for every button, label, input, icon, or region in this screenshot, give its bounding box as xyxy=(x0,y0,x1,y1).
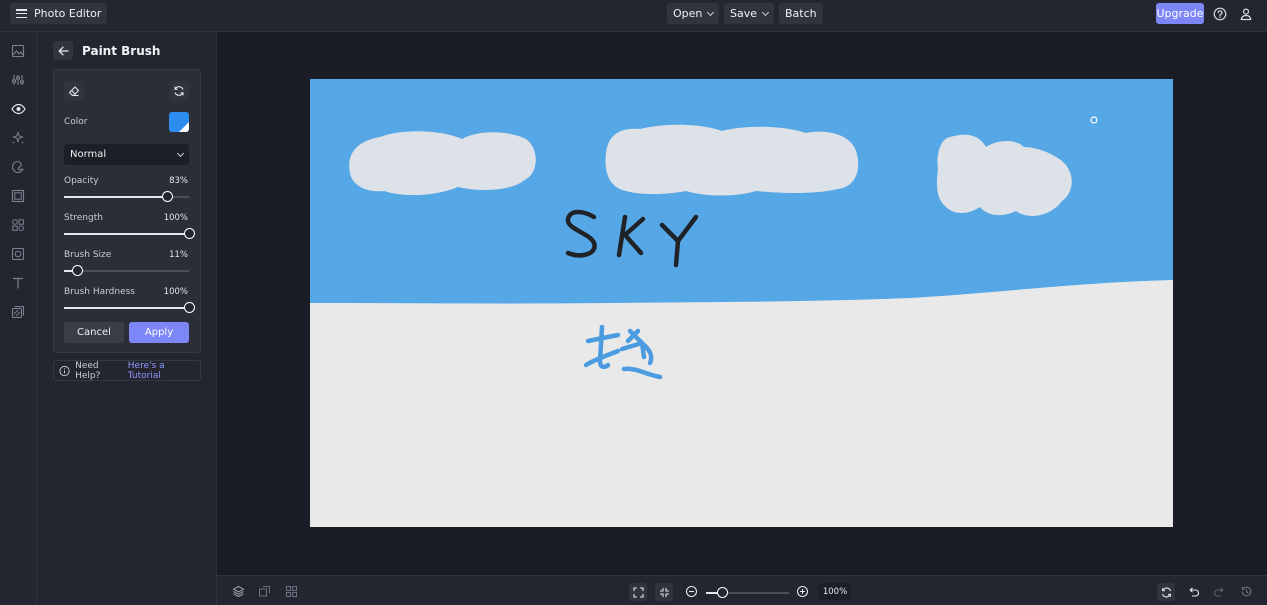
reset-image-button[interactable] xyxy=(1157,583,1175,601)
opacity-label: Opacity xyxy=(64,176,99,186)
blend-mode-value: Normal xyxy=(70,149,107,160)
help-icon[interactable] xyxy=(1211,5,1228,22)
text-icon[interactable] xyxy=(10,275,26,291)
open-menu-button[interactable]: Open xyxy=(667,3,720,24)
brush-settings-card: Color Normal Opacity 83% Strength 100% B… xyxy=(53,69,201,353)
brush-cursor xyxy=(1090,116,1098,124)
app-title: Photo Editor xyxy=(34,7,102,20)
save-menu-button[interactable]: Save xyxy=(724,3,775,24)
retouch-icon[interactable] xyxy=(10,159,26,175)
compare-icon[interactable] xyxy=(256,583,272,599)
grid-icon[interactable] xyxy=(283,583,299,599)
cloud-middle xyxy=(605,124,859,196)
hamburger-icon xyxy=(16,9,27,18)
texture-icon[interactable] xyxy=(10,304,26,320)
fit-screen-button[interactable] xyxy=(629,583,647,601)
strength-label: Strength xyxy=(64,213,103,223)
chevron-down-icon xyxy=(761,8,770,16)
overlay-icon[interactable] xyxy=(10,246,26,262)
strength-value: 100% xyxy=(163,213,188,223)
color-label: Color xyxy=(64,117,88,127)
brush-hardness-label: Brush Hardness xyxy=(64,287,135,297)
graphics-icon[interactable] xyxy=(10,217,26,233)
chevron-down-icon xyxy=(176,149,185,157)
bottom-toolbar: 100% xyxy=(217,575,1267,605)
color-swatch[interactable] xyxy=(169,112,189,132)
zoom-slider-thumb[interactable] xyxy=(717,587,728,598)
opacity-value: 83% xyxy=(169,176,188,186)
brush-size-value: 11% xyxy=(169,250,188,260)
upgrade-button[interactable]: Upgrade xyxy=(1156,3,1204,24)
redo-icon[interactable] xyxy=(1211,583,1227,599)
image-icon[interactable] xyxy=(10,43,26,59)
zoom-out-icon[interactable] xyxy=(683,583,699,599)
sparkle-icon[interactable] xyxy=(10,130,26,146)
cloud-left xyxy=(349,131,536,196)
batch-label: Batch xyxy=(785,7,817,20)
open-label: Open xyxy=(673,7,703,20)
top-bar: Photo Editor Open Save Batch Upgrade xyxy=(0,0,1267,32)
opacity-slider[interactable] xyxy=(64,191,189,203)
save-label: Save xyxy=(730,7,758,20)
slider-thumb[interactable] xyxy=(162,191,174,202)
undo-icon[interactable] xyxy=(1185,583,1201,599)
brush-hardness-slider[interactable] xyxy=(64,302,195,314)
panel-title: Paint Brush xyxy=(82,43,161,58)
image-canvas[interactable] xyxy=(310,79,1173,527)
help-box: Need Help? Here's a Tutorial xyxy=(53,360,201,381)
strength-slider[interactable] xyxy=(64,228,195,240)
cancel-button[interactable]: Cancel xyxy=(64,322,124,343)
back-button[interactable] xyxy=(53,41,73,60)
frame-icon[interactable] xyxy=(10,188,26,204)
eraser-icon xyxy=(68,86,80,97)
slider-thumb[interactable] xyxy=(183,302,195,313)
shrink-icon xyxy=(659,587,669,597)
layers-icon[interactable] xyxy=(230,583,246,599)
slider-thumb[interactable] xyxy=(72,265,84,276)
canvas-stage xyxy=(217,32,1267,575)
tutorial-link[interactable]: Here's a Tutorial xyxy=(128,361,195,381)
apply-button[interactable]: Apply xyxy=(129,322,189,343)
paint-brush-panel: Paint Brush Color Normal Opacity 83% Str… xyxy=(37,32,217,605)
panel-header: Paint Brush xyxy=(53,41,160,60)
actual-size-button[interactable] xyxy=(655,583,673,601)
zoom-level[interactable]: 100% xyxy=(819,583,851,600)
chevron-down-icon xyxy=(707,8,715,16)
tool-rail xyxy=(0,32,37,605)
arrow-left-icon xyxy=(58,46,69,55)
refresh-icon xyxy=(1161,587,1171,597)
slider-thumb[interactable] xyxy=(183,228,195,239)
eye-icon[interactable] xyxy=(10,101,26,117)
brush-size-slider[interactable] xyxy=(64,265,189,277)
expand-icon xyxy=(632,586,644,598)
reset-button[interactable] xyxy=(169,81,189,101)
help-text: Need Help? xyxy=(75,360,101,381)
eraser-button[interactable] xyxy=(64,81,84,101)
brush-hardness-value: 100% xyxy=(163,287,188,297)
zoom-in-icon[interactable] xyxy=(794,583,810,599)
app-menu-button[interactable]: Photo Editor xyxy=(10,3,108,24)
info-icon xyxy=(59,365,70,376)
batch-button[interactable]: Batch xyxy=(779,3,823,24)
adjustments-icon[interactable] xyxy=(10,72,26,88)
refresh-icon xyxy=(174,86,184,96)
history-icon[interactable] xyxy=(1238,583,1254,599)
blend-mode-select[interactable]: Normal xyxy=(64,144,189,165)
user-icon[interactable] xyxy=(1237,5,1254,22)
brush-size-label: Brush Size xyxy=(64,250,112,260)
